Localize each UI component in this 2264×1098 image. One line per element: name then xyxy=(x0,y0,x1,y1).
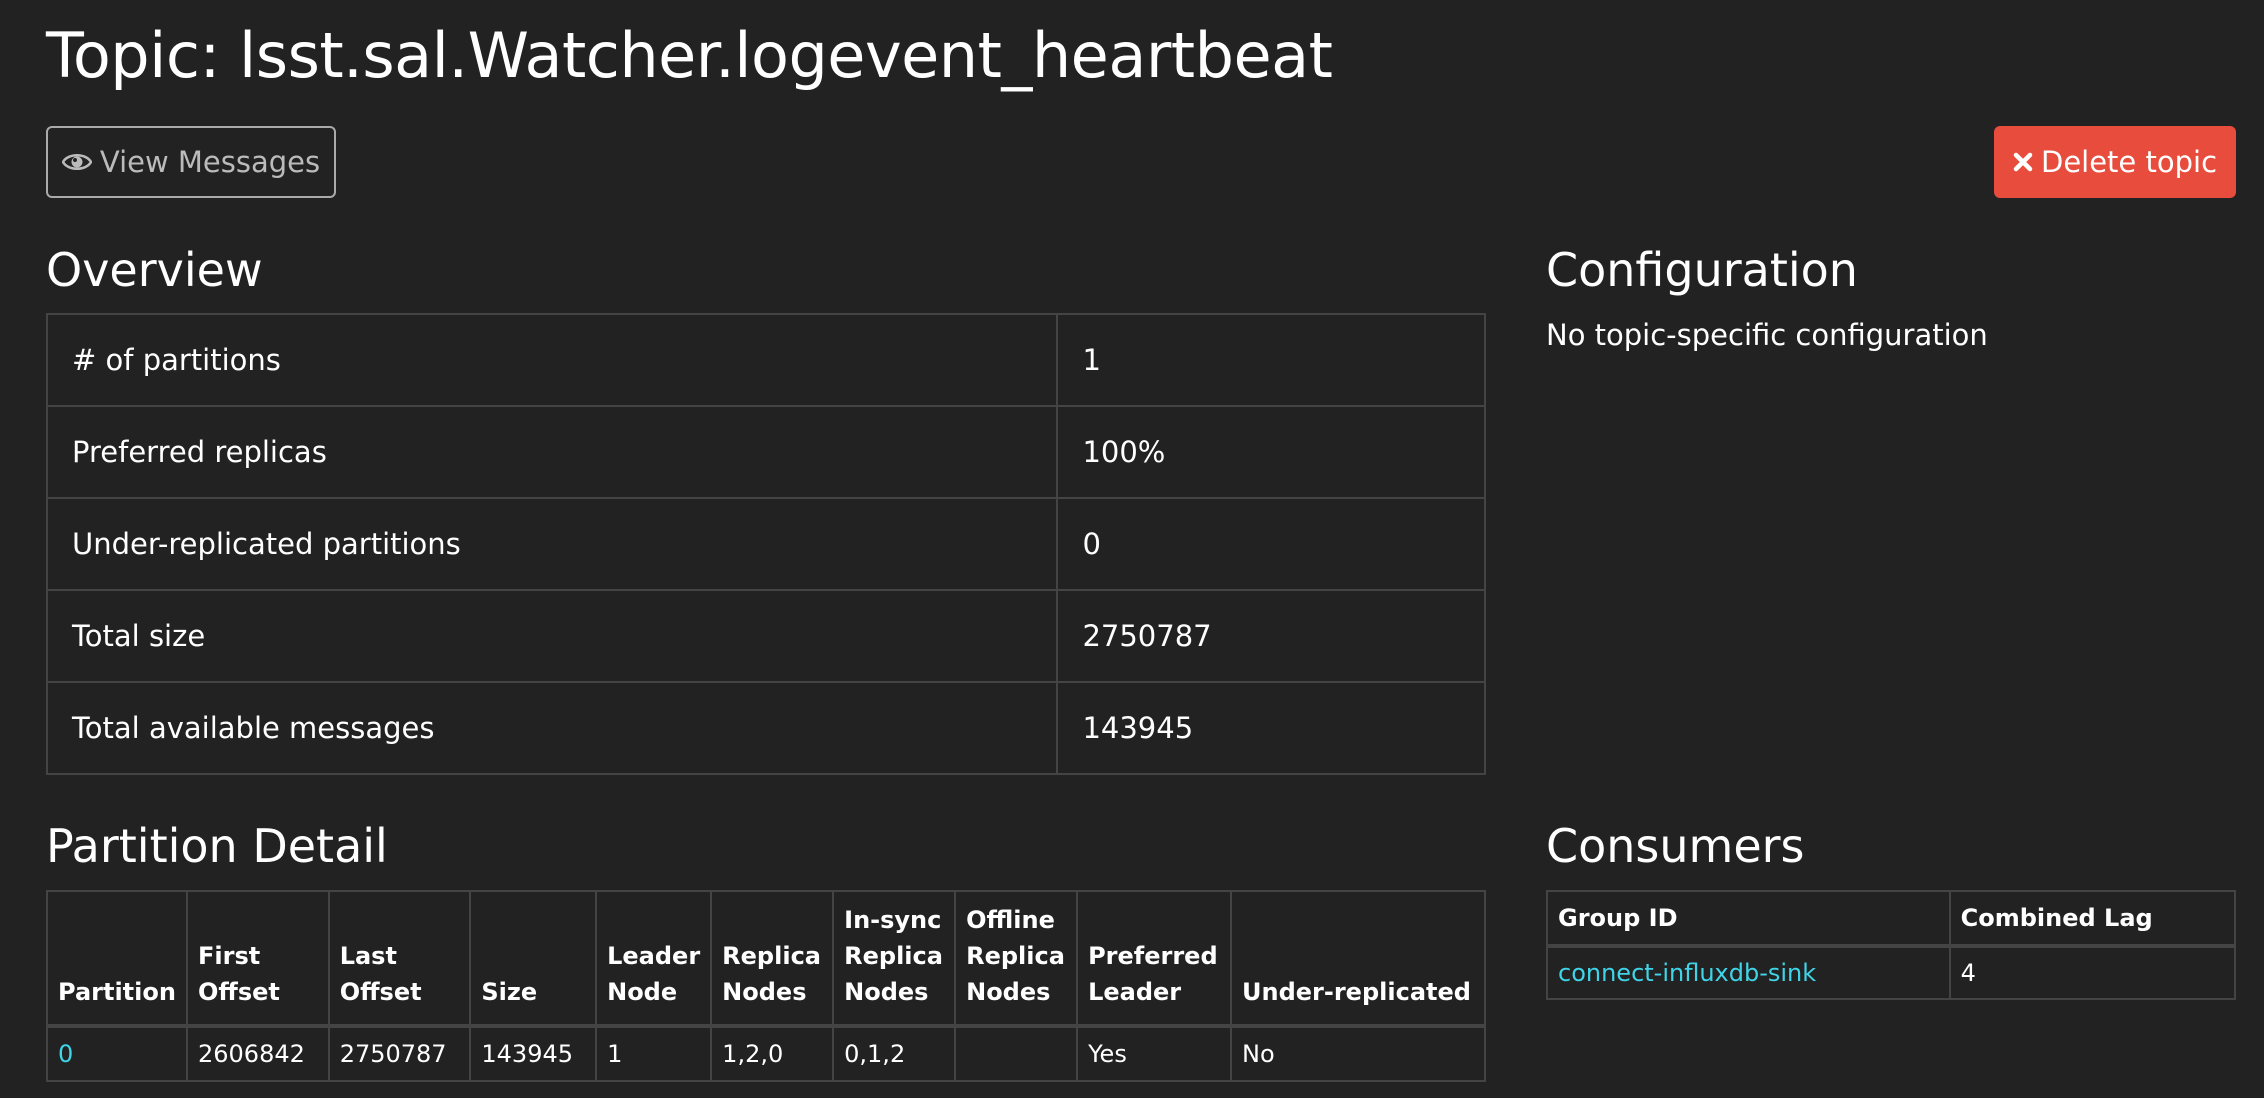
column-header-in-sync-replica-nodes: In-sync Replica Nodes xyxy=(832,890,957,1028)
consumer-group-link[interactable]: connect-influxdb-sink xyxy=(1558,959,1816,987)
table-row: Total size 2750787 xyxy=(45,589,1486,683)
overview-value: 100% xyxy=(1056,405,1486,499)
close-icon xyxy=(2013,152,2033,172)
table-row: # of partitions 1 xyxy=(45,313,1486,407)
overview-heading: Overview xyxy=(46,243,263,297)
last-offset-cell: 2750787 xyxy=(327,1025,472,1082)
column-header-preferred-leader: Preferred Leader xyxy=(1076,890,1233,1028)
table-header-row: Group ID Combined Lag xyxy=(1546,890,2237,948)
overview-value: 143945 xyxy=(1056,681,1486,775)
column-header-first-offset: First Offset xyxy=(185,890,330,1028)
table-row: 0 2606842 2750787 143945 1 1,2,0 0,1,2 Y… xyxy=(46,1025,1486,1082)
preferred-leader-cell: Yes xyxy=(1076,1025,1233,1082)
configuration-text: No topic-specific configuration xyxy=(1546,318,1988,352)
column-header-last-offset: Last Offset xyxy=(327,890,472,1028)
table-row: Preferred replicas 100% xyxy=(45,405,1486,499)
overview-label: Preferred replicas xyxy=(45,405,1059,499)
table-row: Total available messages 143945 xyxy=(45,681,1486,775)
combined-lag-cell: 4 xyxy=(1948,945,2237,1000)
replica-nodes-cell: 1,2,0 xyxy=(710,1025,835,1082)
size-cell: 143945 xyxy=(469,1025,598,1082)
column-header-under-replicated: Under-replicated xyxy=(1230,890,1486,1028)
eye-icon xyxy=(61,151,92,173)
offline-replica-nodes-cell xyxy=(954,1025,1079,1082)
page: Topic: lsst.sal.Watcher.logevent_heartbe… xyxy=(0,0,2264,1098)
leader-node-cell: 1 xyxy=(595,1025,713,1082)
first-offset-cell: 2606842 xyxy=(185,1025,330,1082)
view-messages-button[interactable]: View Messages xyxy=(46,126,336,198)
configuration-heading: Configuration xyxy=(1546,243,1858,297)
partition-link[interactable]: 0 xyxy=(58,1040,73,1068)
consumers-table: Group ID Combined Lag connect-influxdb-s… xyxy=(1546,890,2237,1000)
overview-table: # of partitions 1 Preferred replicas 100… xyxy=(45,313,1486,775)
table-header-row: Partition First Offset Last Offset Size Le… xyxy=(46,890,1486,1028)
partition-detail-heading: Partition Detail xyxy=(46,819,388,873)
consumers-heading: Consumers xyxy=(1546,819,1805,873)
overview-label: Under-replicated partitions xyxy=(45,497,1059,591)
column-header-size: Size xyxy=(469,890,598,1028)
overview-label: # of partitions xyxy=(45,313,1059,407)
column-header-partition: Partition xyxy=(46,890,188,1028)
overview-value: 0 xyxy=(1056,497,1486,591)
delete-topic-button[interactable]: Delete topic xyxy=(1994,126,2236,198)
table-row: Under-replicated partitions 0 xyxy=(45,497,1486,591)
partition-cell: 0 xyxy=(46,1025,188,1082)
overview-value: 1 xyxy=(1056,313,1486,407)
delete-topic-label: Delete topic xyxy=(2040,145,2218,179)
partition-table: Partition First Offset Last Offset Size Le… xyxy=(46,890,1486,1082)
under-replicated-cell: No xyxy=(1230,1025,1486,1082)
overview-value: 2750787 xyxy=(1056,589,1486,683)
page-title: Topic: lsst.sal.Watcher.logevent_heartbe… xyxy=(46,19,1333,92)
column-header-group-id: Group ID xyxy=(1546,890,1951,948)
group-id-cell: connect-influxdb-sink xyxy=(1546,945,1951,1000)
column-header-combined-lag: Combined Lag xyxy=(1948,890,2237,948)
overview-label: Total available messages xyxy=(45,681,1059,775)
table-row: connect-influxdb-sink 4 xyxy=(1546,945,2237,1000)
in-sync-replica-nodes-cell: 0,1,2 xyxy=(832,1025,957,1082)
column-header-leader-node: Leader Node xyxy=(595,890,713,1028)
column-header-offline-replica-nodes: Offline Replica Nodes xyxy=(954,890,1079,1028)
overview-label: Total size xyxy=(45,589,1059,683)
view-messages-label: View Messages xyxy=(99,145,321,179)
column-header-replica-nodes: Replica Nodes xyxy=(710,890,835,1028)
